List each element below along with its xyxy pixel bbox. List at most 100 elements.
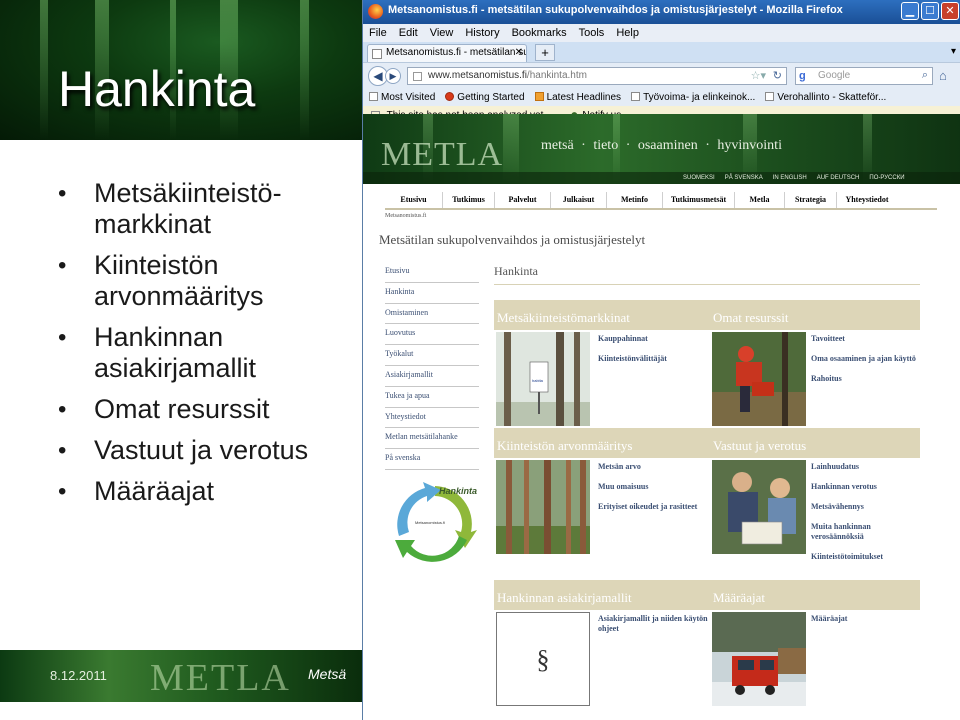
bookmark-label: Verohallinto - Skatteför...: [777, 91, 887, 103]
heading-divider: [494, 284, 920, 285]
topnav-julkaisut[interactable]: Julkaisut: [551, 192, 607, 208]
menu-history[interactable]: History: [465, 27, 499, 39]
bookmark-star-icon[interactable]: ☆▾: [751, 69, 766, 82]
lang-russian[interactable]: ПО-РУССКИ: [869, 175, 904, 181]
link-hankinnan-verotus[interactable]: Hankinnan verotus: [811, 482, 923, 492]
link-erityiset-oikeudet[interactable]: Erityiset oikeudet ja rasitteet: [598, 502, 710, 512]
tab-list-icon[interactable]: ▾: [951, 46, 956, 57]
leftnav-metsatilahanke[interactable]: Metlan metsätilahanke: [385, 428, 479, 450]
leftnav-pa-svenska[interactable]: På svenska: [385, 449, 479, 470]
link-rahoitus[interactable]: Rahoitus: [811, 374, 923, 384]
bookmark-getting-started[interactable]: Getting Started: [445, 91, 525, 103]
firefox-bookmark-icon: [445, 92, 455, 102]
minimize-button[interactable]: ▁: [901, 2, 919, 20]
url-host: www.metsanomistus.fi: [428, 70, 527, 81]
search-icon[interactable]: ⌕: [922, 69, 928, 82]
menu-bookmarks[interactable]: Bookmarks: [512, 27, 567, 39]
section-header-hankinnan-asiakirjamallit: Hankinnan asiakirjamallit: [494, 580, 710, 610]
page-icon: [765, 92, 775, 102]
firefox-icon: [368, 4, 383, 19]
leftnav-omistaminen[interactable]: Omistaminen: [385, 304, 479, 325]
menu-tools[interactable]: Tools: [579, 27, 605, 39]
navigation-toolbar: ◀ ▶ www.metsanomistus.fi/hankinta.htm ☆▾…: [363, 62, 960, 88]
bookmark-most-visited[interactable]: Most Visited: [369, 92, 435, 103]
slide-footer: 8.12.2011 METLA Metsä: [0, 650, 362, 702]
web-page: METLA metsä · tieto · osaaminen · hyvinv…: [363, 114, 960, 720]
paragraph-icon: §: [536, 645, 550, 674]
link-lainhuudatus[interactable]: Lainhuudatus: [811, 462, 923, 472]
menu-edit[interactable]: Edit: [399, 27, 418, 39]
topnav-etusivu[interactable]: Etusivu: [385, 192, 443, 208]
link-kiinteistonvalittajat[interactable]: Kiinteistönvälittäjät: [598, 354, 710, 364]
footer-word: Metsä: [308, 666, 347, 682]
leftnav-hankinta[interactable]: Hankinta: [385, 283, 479, 304]
bookmark-label: Työvoima- ja elinkeinok...: [643, 91, 756, 103]
bookmark-tyovoima[interactable]: Työvoima- ja elinkeinok...: [631, 92, 755, 103]
page-title: Metsätilan sukupolvenvaihdos ja omistusj…: [379, 232, 646, 247]
link-muita-verosaannoksia[interactable]: Muita hankinnan verosäännöksiä: [811, 522, 923, 542]
left-navigation: Etusivu Hankinta Omistaminen Luovutus Ty…: [385, 262, 479, 470]
tab-title: Metsanomistus.fi - metsätilan suku...: [386, 47, 526, 58]
window-title: Metsanomistus.fi - metsätilan sukupolven…: [388, 4, 843, 16]
bullet-item: Kiinteistön arvonmääritys: [58, 250, 358, 312]
search-input[interactable]: g Google ⌕: [795, 67, 933, 85]
bookmark-label: Getting Started: [457, 91, 525, 103]
tab-close-icon[interactable]: ✕: [515, 47, 523, 58]
menu-help[interactable]: Help: [616, 27, 639, 39]
menu-file[interactable]: File: [369, 27, 387, 39]
topnav-strategia[interactable]: Strategia: [785, 192, 837, 208]
link-muu-omaisuus[interactable]: Muu omaisuus: [598, 482, 710, 492]
section-image-forest-sign: habita: [496, 332, 590, 426]
topnav-tutkimus[interactable]: Tutkimus: [443, 192, 495, 208]
close-button[interactable]: ✕: [941, 2, 959, 20]
section-header-metsakiinteistomarkkinat: Metsäkiinteistömarkkinat: [494, 300, 710, 330]
url-bar[interactable]: www.metsanomistus.fi/hankinta.htm ☆▾ ↻: [407, 67, 787, 85]
topnav-yhteystiedot[interactable]: Yhteystiedot: [837, 192, 897, 208]
leftnav-luovutus[interactable]: Luovutus: [385, 324, 479, 346]
lang-english[interactable]: IN ENGLISH: [773, 175, 807, 181]
link-maaraajat[interactable]: Määräajat: [811, 614, 923, 624]
section-links-hankinnan-asiakirjamallit: Asiakirjamallit ja niiden käytön ohjeet: [598, 614, 710, 644]
section-header-kiinteiston-arvonmaaritys: Kiinteistön arvonmääritys: [494, 428, 710, 458]
topnav-tutkimusmetsat[interactable]: Tutkimusmetsät: [663, 192, 735, 208]
section-image-paragraph-symbol: §: [496, 612, 590, 706]
link-metsan-arvo[interactable]: Metsän arvo: [598, 462, 710, 472]
home-icon[interactable]: ⌂: [939, 68, 947, 83]
link-kauppahinnat[interactable]: Kauppahinnat: [598, 334, 710, 344]
site-tagline: metsä · tieto · osaaminen · hyvinvointi: [541, 138, 782, 153]
leftnav-yhteystiedot[interactable]: Yhteystiedot: [385, 408, 479, 429]
reload-icon[interactable]: ↻: [773, 69, 782, 82]
bookmark-latest-headlines[interactable]: Latest Headlines: [534, 92, 621, 103]
topnav-metinfo[interactable]: Metinfo: [607, 192, 663, 208]
section-links-metsakiinteistomarkkinat: Kauppahinnat Kiinteistönvälittäjät: [598, 334, 710, 374]
forward-button[interactable]: ▶: [385, 68, 401, 84]
breadcrumb[interactable]: Metsanomistus.fi: [385, 213, 427, 219]
lang-german[interactable]: AUF DEUTSCH: [817, 175, 860, 181]
link-oma-osaaminen[interactable]: Oma osaaminen ja ajan käyttö: [811, 354, 923, 364]
new-tab-button[interactable]: +: [535, 44, 555, 61]
menu-view[interactable]: View: [430, 27, 454, 39]
leftnav-tukea-ja-apua[interactable]: Tukea ja apua: [385, 387, 479, 408]
lang-finnish[interactable]: SUOMEKSI: [683, 175, 715, 181]
topnav-palvelut[interactable]: Palvelut: [495, 192, 551, 208]
lang-swedish[interactable]: PÅ SVENSKA: [725, 175, 763, 181]
bullet-item: Vastuut ja verotus: [58, 435, 358, 466]
topnav-metla[interactable]: Metla: [735, 192, 785, 208]
menu-bar: File Edit View History Bookmarks Tools H…: [363, 24, 960, 42]
leftnav-tyokalut[interactable]: Työkalut: [385, 345, 479, 366]
link-kiinteistotoimitukset[interactable]: Kiinteistötoimitukset: [811, 552, 923, 562]
url-path: /hankinta.htm: [526, 70, 587, 81]
site-logo[interactable]: METLA: [381, 136, 503, 174]
top-navigation: Etusivu Tutkimus Palvelut Julkaisut Meti…: [385, 192, 937, 210]
section-links-vastuut-ja-verotus: Lainhuudatus Hankinnan verotus Metsävähe…: [811, 462, 923, 572]
bookmark-verohallinto[interactable]: Verohallinto - Skatteför...: [765, 92, 886, 103]
leftnav-etusivu[interactable]: Etusivu: [385, 262, 479, 283]
link-metsavahennys[interactable]: Metsävähennys: [811, 502, 923, 512]
site-identity-icon: [413, 72, 422, 81]
maximize-button[interactable]: ☐: [921, 2, 939, 20]
section-image-people-with-map: [712, 460, 806, 554]
link-asiakirjamallit[interactable]: Asiakirjamallit ja niiden käytön ohjeet: [598, 614, 710, 634]
link-tavoitteet[interactable]: Tavoitteet: [811, 334, 923, 344]
leftnav-asiakirjamallit[interactable]: Asiakirjamallit: [385, 366, 479, 387]
browser-tab[interactable]: Metsanomistus.fi - metsätilan suku... ✕: [367, 44, 527, 62]
